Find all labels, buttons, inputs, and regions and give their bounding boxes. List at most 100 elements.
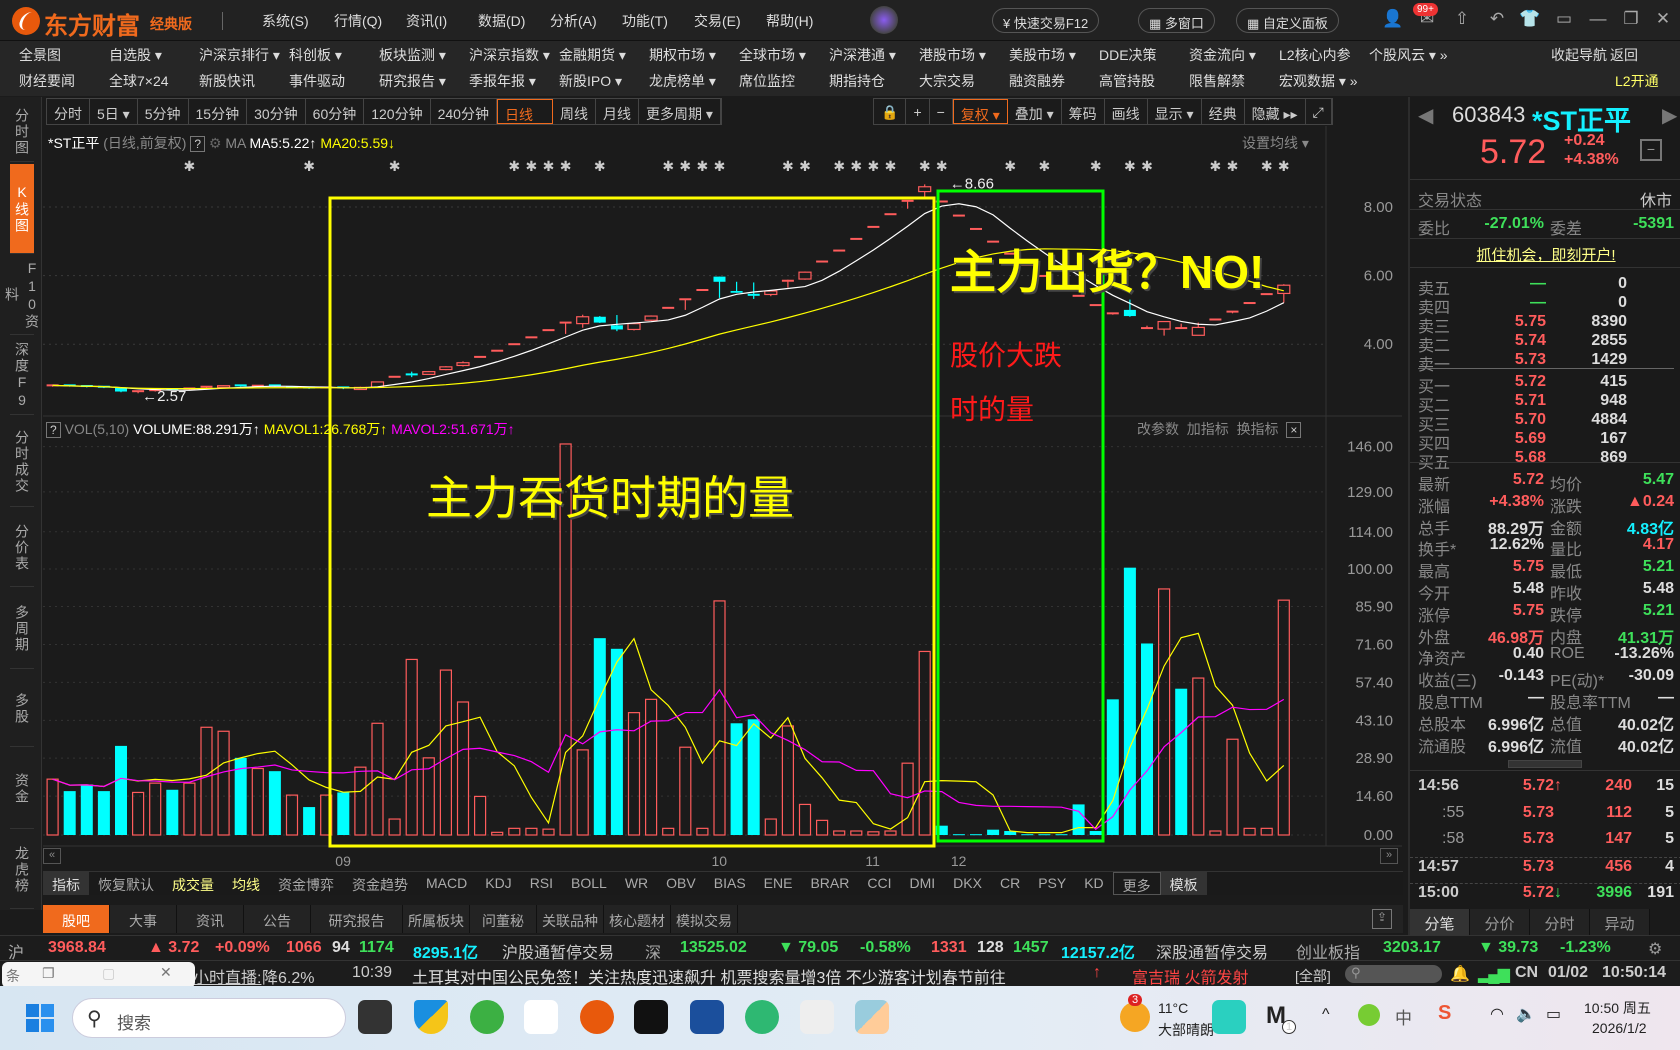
- period-tab[interactable]: 30分钟: [247, 99, 306, 124]
- panel-resize-handle[interactable]: [1508, 760, 1582, 768]
- display-button[interactable]: 显示 ▾: [1148, 99, 1202, 124]
- nav-item[interactable]: 期指持仓: [829, 71, 919, 91]
- hot-stock-news[interactable]: 富吉瑞 火箭发射: [1132, 964, 1248, 988]
- level-price[interactable]: —: [1530, 294, 1546, 312]
- period-tab[interactable]: 周线: [553, 99, 596, 124]
- taskbar-time[interactable]: 10:50 周五: [1584, 998, 1651, 1018]
- level-price[interactable]: 5.73: [1515, 351, 1546, 369]
- menu-item[interactable]: 帮助(H): [766, 11, 838, 31]
- indicator-tab[interactable]: WR: [616, 872, 657, 895]
- weather-icon[interactable]: [1120, 1002, 1150, 1032]
- indicator-tab[interactable]: ENE: [755, 872, 802, 895]
- zoom-out-button[interactable]: −: [930, 99, 953, 124]
- maximize-icon[interactable]: ❐: [1620, 8, 1642, 30]
- multi-window-button[interactable]: ▦ 多窗口: [1138, 8, 1215, 33]
- indicator-tab[interactable]: PSY: [1029, 872, 1075, 895]
- nav-item[interactable]: 期权市场 ▾: [649, 45, 739, 65]
- menu-item[interactable]: 分析(A): [550, 11, 622, 31]
- settings-gear-icon[interactable]: ⚙: [1648, 939, 1662, 959]
- indicator-tab[interactable]: 恢复默认: [89, 872, 163, 895]
- vpn-icon[interactable]: [1358, 1004, 1380, 1026]
- ime-indicator[interactable]: 中: [1395, 1004, 1412, 1029]
- back-link[interactable]: 返回: [1610, 45, 1638, 65]
- nav-item[interactable]: 新股快讯: [199, 71, 289, 91]
- level-price[interactable]: 5.74: [1515, 332, 1546, 350]
- level-price[interactable]: 5.68: [1515, 449, 1546, 467]
- sogou-icon[interactable]: S: [1438, 1002, 1451, 1025]
- nav-item[interactable]: 大宗交易: [919, 71, 1009, 91]
- info-tab[interactable]: 核心题材: [604, 905, 671, 933]
- adjust-button[interactable]: 复权 ▾: [952, 99, 1008, 124]
- nav-item[interactable]: 新股IPO ▾: [559, 71, 649, 91]
- task-view-icon[interactable]: [358, 1000, 392, 1034]
- nav-item[interactable]: 全景图: [19, 45, 109, 65]
- view-tab[interactable]: 分时图: [10, 102, 34, 162]
- period-tab[interactable]: 120分钟: [364, 99, 431, 124]
- l2-open-link[interactable]: L2开通: [1615, 71, 1659, 91]
- browser-icon[interactable]: [470, 1000, 504, 1034]
- taskbar-date[interactable]: 2026/1/2: [1592, 1020, 1647, 1036]
- chips-button[interactable]: 筹码: [1062, 99, 1105, 124]
- open-account-link[interactable]: 抓住机会，即刻开户!: [1410, 244, 1680, 265]
- volume-icon[interactable]: 🔈: [1516, 1004, 1536, 1024]
- nav-item[interactable]: 全球7×24: [109, 71, 199, 91]
- indicator-tab[interactable]: 指标: [43, 872, 89, 895]
- nav-item[interactable]: 金融期货 ▾: [559, 45, 649, 65]
- view-tab[interactable]: 多周期: [10, 589, 34, 669]
- battery-icon[interactable]: ▭: [1546, 1004, 1561, 1024]
- edit-params-button[interactable]: 改参数: [1137, 421, 1179, 437]
- indicator-tab[interactable]: KDJ: [476, 872, 520, 895]
- indicator-tab[interactable]: 资金趋势: [343, 872, 417, 895]
- nav-item[interactable]: 季报年报 ▾: [469, 71, 559, 91]
- info-tab[interactable]: 问董秘: [470, 905, 537, 933]
- menu-item[interactable]: 数据(D): [478, 11, 550, 31]
- indicator-tab[interactable]: RSI: [521, 872, 562, 895]
- period-tab[interactable]: 5分钟: [138, 99, 189, 124]
- quick-trade-button[interactable]: ¥ 快速交易F12: [992, 8, 1100, 33]
- sz-value[interactable]: 13525.02: [680, 939, 747, 957]
- indicator-tab[interactable]: CCI: [858, 872, 900, 895]
- scroll-left-button[interactable]: «: [43, 848, 61, 864]
- nav-item[interactable]: DDE决策: [1099, 45, 1189, 65]
- info-tab[interactable]: 大事: [110, 905, 177, 933]
- indicator-tab[interactable]: 模板: [1160, 872, 1207, 895]
- menu-item[interactable]: 交易(E): [694, 11, 766, 31]
- nav-item[interactable]: 沪深京排行 ▾: [199, 45, 289, 65]
- draw-button[interactable]: 画线: [1105, 99, 1148, 124]
- tick-tab[interactable]: 分价: [1470, 909, 1530, 935]
- nav-item[interactable]: 财经要闻: [19, 71, 109, 91]
- indicator-tab[interactable]: DMI: [900, 872, 944, 895]
- nav-item[interactable]: 港股市场 ▾: [919, 45, 1009, 65]
- info-tab[interactable]: 股吧: [43, 905, 110, 933]
- collapse-nav-link[interactable]: 收起导航: [1551, 45, 1607, 65]
- level-price[interactable]: 5.72: [1515, 373, 1546, 391]
- lock-icon[interactable]: 🔒: [874, 99, 907, 124]
- menu-item[interactable]: 系统(S): [262, 11, 334, 31]
- tick-tab[interactable]: 分笔: [1410, 909, 1470, 935]
- view-tab[interactable]: F10资料: [4, 255, 40, 335]
- close-icon[interactable]: ✕: [160, 964, 172, 981]
- level-price[interactable]: —: [1530, 275, 1546, 293]
- period-tab[interactable]: 月线: [596, 99, 639, 124]
- sh-value[interactable]: 3968.84: [48, 939, 106, 957]
- snipping-tool-icon[interactable]: [800, 1000, 834, 1034]
- fullscreen-icon[interactable]: ⤢: [1306, 99, 1332, 124]
- close-icon[interactable]: ✕: [1652, 8, 1674, 30]
- nav-item[interactable]: 板块监测 ▾: [379, 45, 469, 65]
- tiktok-icon[interactable]: [634, 1000, 668, 1034]
- help-button[interactable]: ?: [190, 136, 206, 152]
- level-price[interactable]: 5.75: [1515, 313, 1546, 331]
- nav-item[interactable]: 科创板 ▾: [289, 45, 379, 65]
- period-tab[interactable]: 240分钟: [431, 99, 497, 124]
- period-tab[interactable]: 日线: [496, 99, 553, 124]
- skin-icon[interactable]: 👕: [1519, 8, 1541, 30]
- indicator-tab[interactable]: 资金博弈: [269, 872, 343, 895]
- indicator-tab[interactable]: CR: [991, 872, 1029, 895]
- paint-app-icon[interactable]: [855, 1000, 889, 1034]
- indicator-tab[interactable]: 更多: [1112, 872, 1161, 895]
- news-search-input[interactable]: ⚲: [1345, 965, 1442, 983]
- undo-icon[interactable]: ↶: [1486, 8, 1508, 30]
- menu-item[interactable]: 资讯(I): [406, 11, 478, 31]
- indicator-tab[interactable]: BIAS: [705, 872, 755, 895]
- cy-value[interactable]: 3203.17: [1383, 939, 1441, 957]
